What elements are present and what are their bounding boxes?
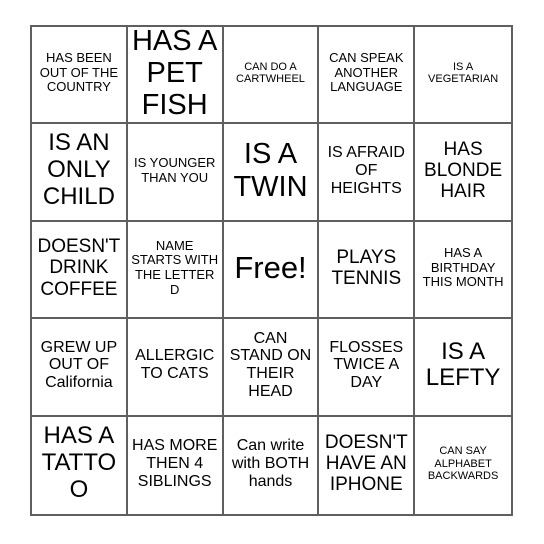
bingo-cell-label: IS A LEFTY — [425, 337, 501, 392]
bingo-cell[interactable]: GREW UP OUT OF California — [32, 319, 128, 417]
bingo-cell[interactable]: Can write with BOTH hands — [224, 416, 320, 514]
bingo-cell-label: HAS A PET FISH — [131, 27, 218, 122]
bingo-cell[interactable]: HAS BEEN OUT OF THE COUNTRY — [32, 27, 128, 125]
bingo-cell-label: ALLERGIC TO CATS — [135, 347, 215, 383]
bingo-cell[interactable]: IS A VEGETARIAN — [415, 27, 511, 125]
bingo-cell[interactable]: HAS MORE THEN 4 SIBLINGS — [128, 416, 224, 514]
bingo-cell-label: IS A TWIN — [233, 138, 308, 203]
bingo-cell[interactable]: FLOSSES TWICE A DAY — [319, 319, 416, 417]
bingo-cell-label: HAS BLONDE HAIR — [424, 138, 503, 203]
bingo-cell[interactable]: IS AFRAID OF HEIGHTS — [319, 124, 416, 222]
bingo-cell-label: HAS A TATTOO — [41, 422, 117, 504]
bingo-cell-label: CAN STAND ON THEIR HEAD — [229, 329, 312, 401]
bingo-cell[interactable]: HAS A TATTOO — [32, 416, 128, 514]
bingo-cell-label: HAS BEEN OUT OF THE COUNTRY — [39, 50, 119, 95]
bingo-grid: HAS BEEN OUT OF THE COUNTRY HAS A PET FIS… — [32, 27, 511, 514]
bingo-cell-label: IS AN ONLY CHILD — [42, 129, 115, 211]
free-space-label: Free! — [234, 249, 307, 285]
bingo-cell-label: FLOSSES TWICE A DAY — [329, 338, 404, 392]
bingo-cell-label: Can write with BOTH hands — [231, 436, 310, 490]
bingo-cell-label: HAS A BIRTHDAY THIS MONTH — [422, 245, 504, 290]
bingo-cell[interactable]: HAS A BIRTHDAY THIS MONTH — [415, 222, 511, 320]
bingo-cell-label: NAME STARTS WITH THE LETTER D — [131, 237, 219, 297]
bingo-cell-label: IS AFRAID OF HEIGHTS — [327, 143, 405, 197]
bingo-cell-label: GREW UP OUT OF California — [40, 338, 118, 392]
bingo-cell-label: DOESN'T DRINK COFFEE — [37, 236, 121, 300]
bingo-cell[interactable]: HAS A PET FISH — [127, 27, 224, 125]
bingo-cell-label: CAN SPEAK ANOTHER LANGUAGE — [329, 50, 404, 95]
bingo-cell[interactable]: CAN STAND ON THEIR HEAD — [223, 319, 320, 417]
bingo-cell[interactable]: IS A LEFTY — [415, 319, 511, 417]
bingo-cell[interactable]: PLAYS TENNIS — [319, 221, 416, 320]
bingo-card: HAS BEEN OUT OF THE COUNTRY HAS A PET FIS… — [30, 25, 513, 516]
bingo-cell[interactable]: ALLERGIC TO CATS — [127, 319, 224, 417]
bingo-cell-label: CAN DO A CARTWHEEL — [236, 60, 305, 86]
bingo-cell[interactable]: IS AN ONLY CHILD — [32, 124, 128, 222]
bingo-free-space[interactable]: Free! — [223, 221, 320, 320]
bingo-cell[interactable]: DOESN'T DRINK COFFEE — [32, 221, 128, 320]
bingo-cell[interactable]: NAME STARTS WITH THE LETTER D — [127, 221, 224, 320]
bingo-cell-label: HAS MORE THEN 4 SIBLINGS — [132, 436, 218, 490]
bingo-cell-label: IS YOUNGER THAN YOU — [134, 155, 216, 185]
bingo-cell-label: CAN SAY ALPHABET BACKWARDS — [427, 445, 499, 482]
bingo-cell[interactable]: CAN SPEAK ANOTHER LANGUAGE — [319, 27, 416, 125]
bingo-cell[interactable]: CAN DO A CARTWHEEL — [223, 27, 320, 125]
bingo-cell[interactable]: IS YOUNGER THAN YOU — [127, 124, 224, 222]
bingo-cell-label: IS A VEGETARIAN — [428, 60, 499, 86]
bingo-cell[interactable]: HAS BLONDE HAIR — [415, 124, 511, 222]
bingo-cell-label: PLAYS TENNIS — [331, 246, 402, 289]
bingo-cell-label: DOESN'T HAVE AN IPHONE — [324, 431, 408, 496]
bingo-cell[interactable]: DOESN'T HAVE AN IPHONE — [319, 416, 416, 514]
bingo-cell[interactable]: IS A TWIN — [223, 124, 320, 222]
bingo-cell[interactable]: CAN SAY ALPHABET BACKWARDS — [415, 417, 511, 514]
